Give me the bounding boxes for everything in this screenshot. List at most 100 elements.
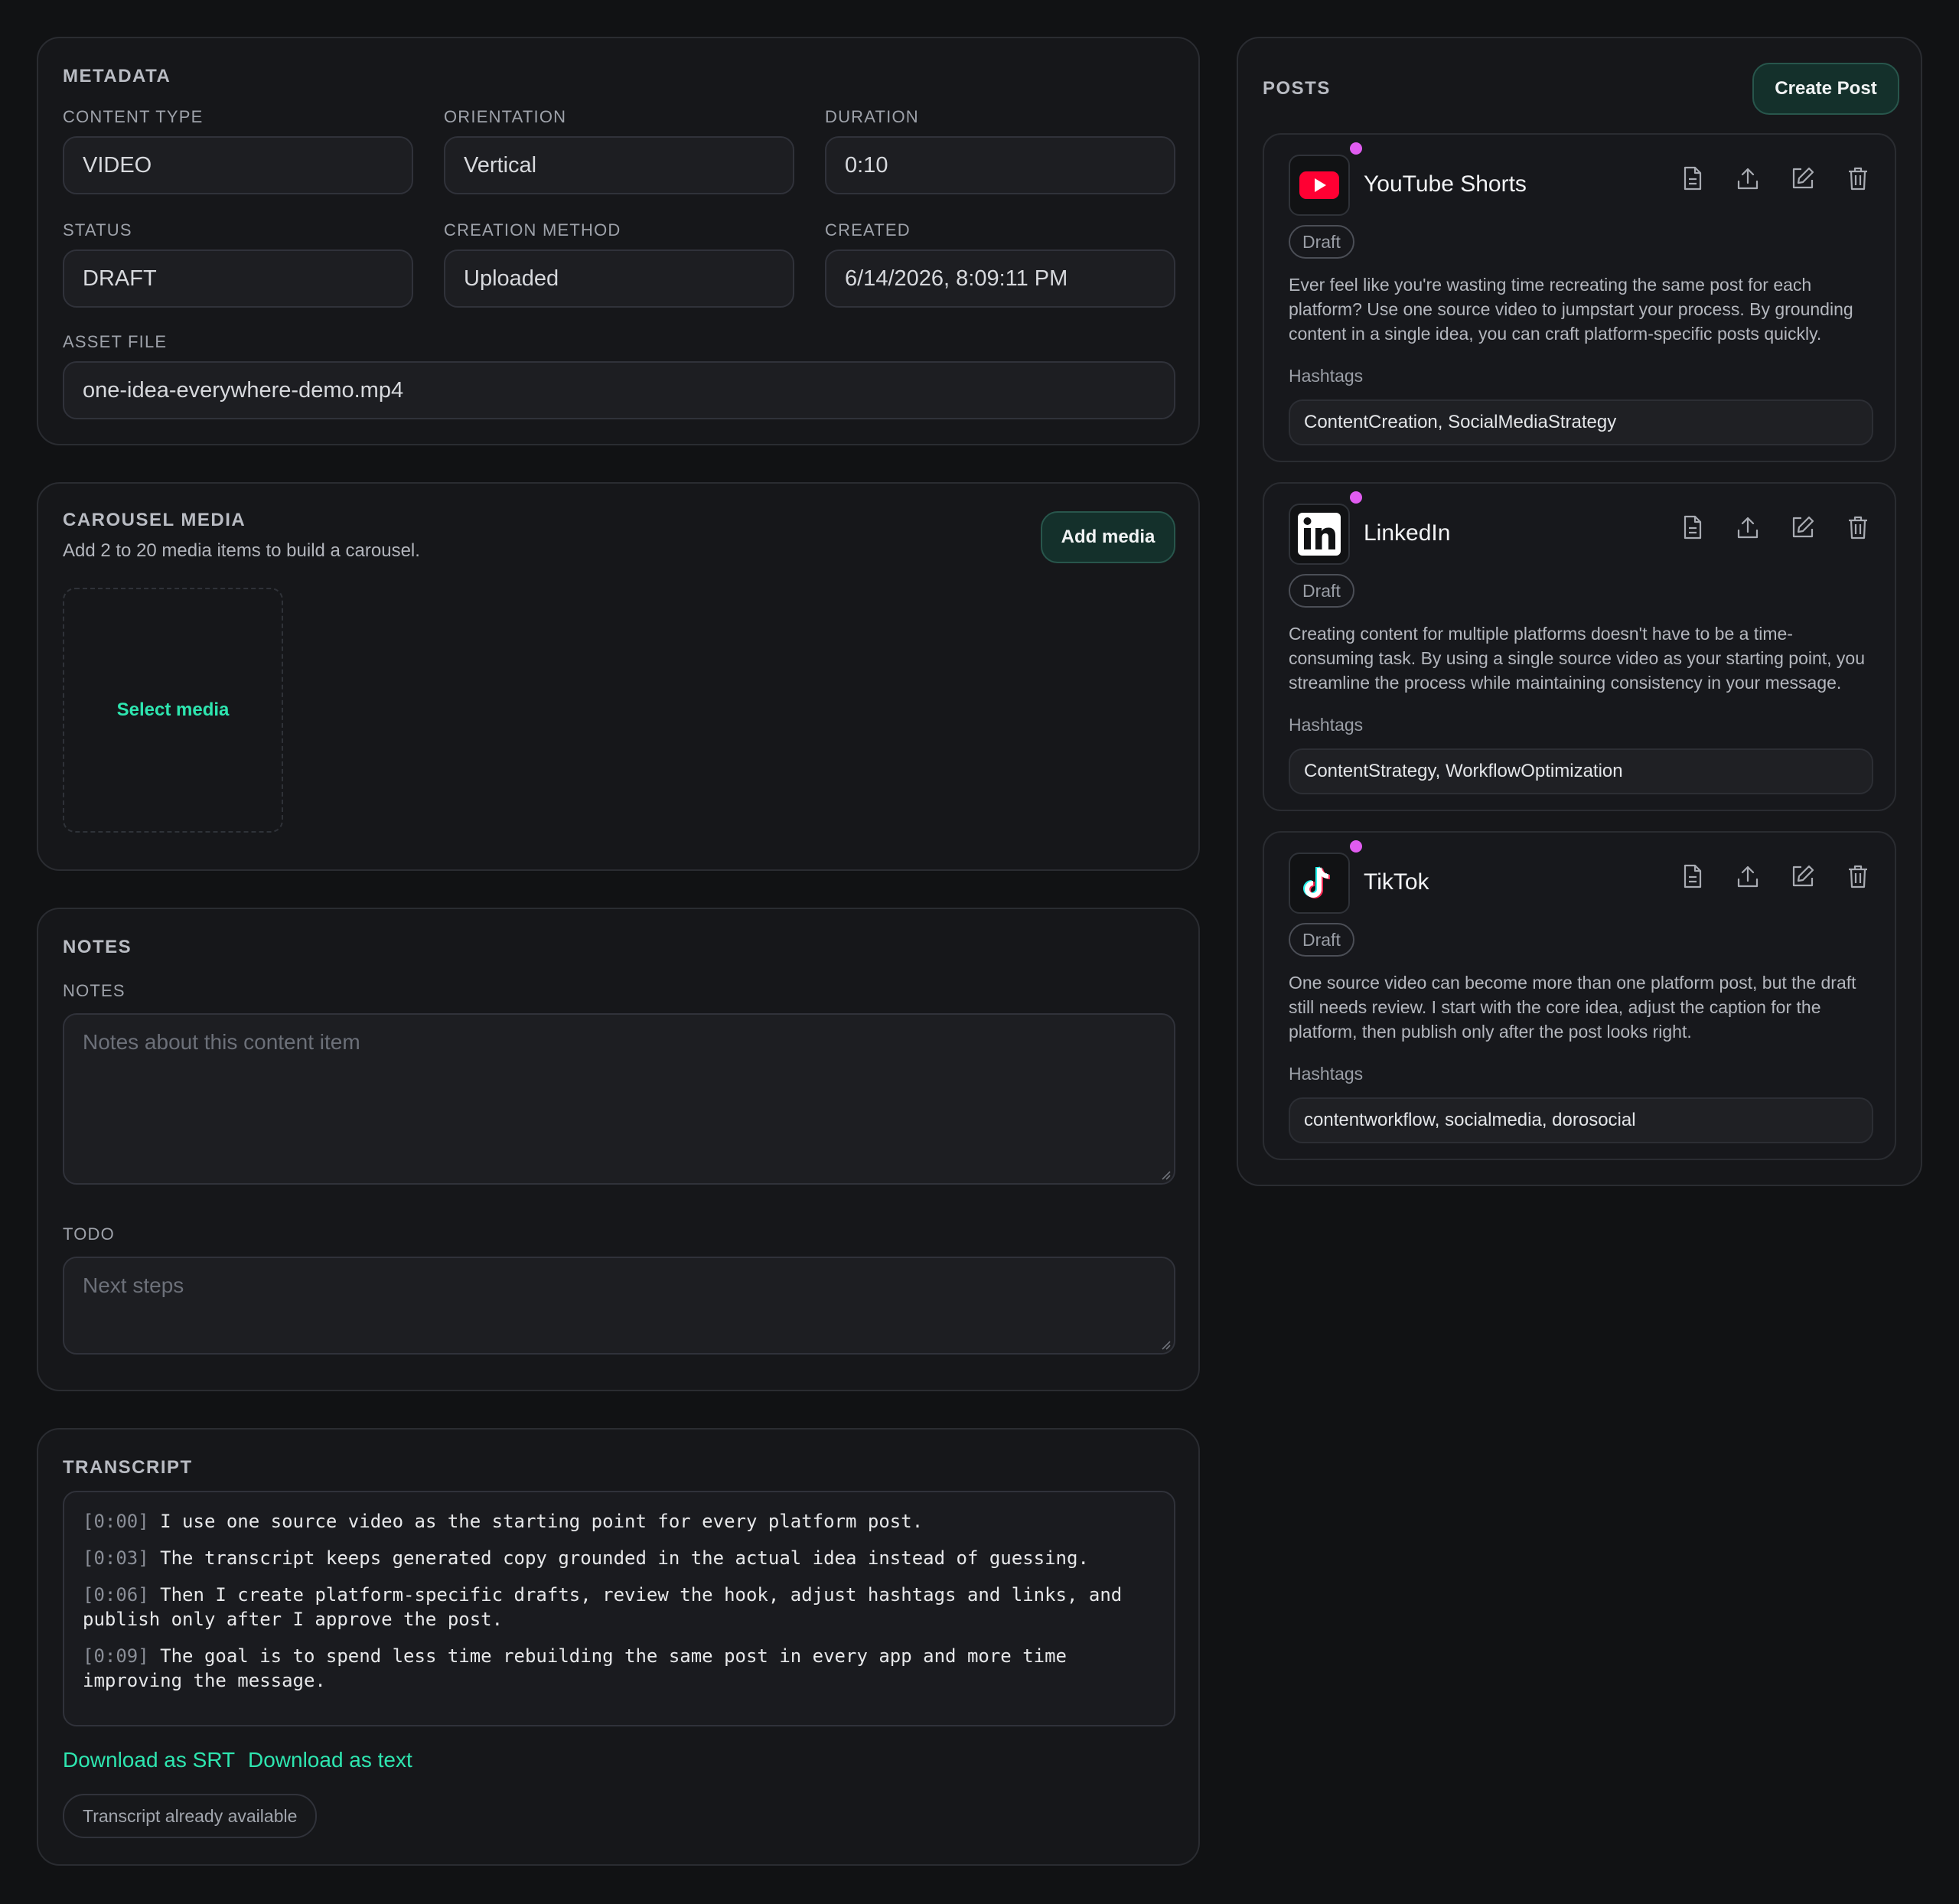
post-actions — [1680, 514, 1870, 540]
hashtags-label: Hashtags — [1289, 1064, 1364, 1084]
publish-button[interactable] — [1736, 514, 1760, 540]
metadata-title: METADATA — [63, 66, 171, 86]
view-document-button[interactable] — [1680, 514, 1705, 540]
notes-textarea[interactable]: Notes about this content item — [63, 1013, 1175, 1185]
download-text-link[interactable]: Download as text — [248, 1748, 412, 1772]
transcript-line: [0:09] The goal is to spend less time re… — [83, 1644, 1156, 1693]
post-card-youtube: YouTube Shorts Draft Ever feel like you'… — [1263, 133, 1896, 462]
delete-button[interactable] — [1846, 514, 1870, 540]
document-icon — [1684, 166, 1702, 191]
hashtags-field[interactable]: contentworkflow, socialmedia, dorosocial — [1289, 1097, 1873, 1143]
created-field[interactable]: 6/14/2026, 8:09:11 PM — [825, 249, 1175, 308]
edit-button[interactable] — [1791, 165, 1815, 191]
post-body: Ever feel like you're wasting time recre… — [1289, 275, 1853, 344]
transcript-status-pill: Transcript already available — [63, 1794, 318, 1838]
status-value: DRAFT — [83, 266, 157, 291]
select-media-dropzone[interactable]: Select media — [63, 588, 283, 833]
todo-textarea[interactable]: Next steps — [63, 1257, 1175, 1355]
posts-title: POSTS — [1263, 78, 1331, 99]
metadata-card: METADATA CONTENT TYPE VIDEO ORIENTATION … — [37, 37, 1200, 445]
edit-button[interactable] — [1791, 863, 1815, 889]
status-label: STATUS — [63, 220, 132, 240]
document-icon — [1684, 515, 1702, 540]
creation-method-label: CREATION METHOD — [444, 220, 621, 240]
edit-button[interactable] — [1791, 514, 1815, 540]
content-type-label: CONTENT TYPE — [63, 107, 204, 126]
status-badge: Draft — [1289, 225, 1354, 259]
post-card-tiktok: TikTok Draft One source video can become… — [1263, 831, 1896, 1160]
edit-icon — [1792, 865, 1814, 887]
transcript-text: Then I create platform-specific drafts, … — [83, 1584, 1123, 1630]
download-srt-link[interactable]: Download as SRT — [63, 1748, 235, 1772]
duration-field[interactable]: 0:10 — [825, 136, 1175, 194]
post-body: Creating content for multiple platforms … — [1289, 624, 1866, 693]
status-field[interactable]: DRAFT — [63, 249, 413, 308]
status-dot — [1350, 491, 1362, 504]
creation-method-field[interactable]: Uploaded — [444, 249, 794, 308]
tiktok-icon — [1303, 866, 1331, 898]
status-dot — [1350, 142, 1362, 155]
transcript-timestamp: [0:06] — [83, 1584, 149, 1606]
content-item-page: METADATA CONTENT TYPE VIDEO ORIENTATION … — [0, 0, 1959, 1904]
status-badge: Draft — [1289, 923, 1354, 957]
platform-name: YouTube Shorts — [1364, 171, 1527, 197]
todo-placeholder: Next steps — [83, 1273, 184, 1297]
orientation-label: ORIENTATION — [444, 107, 567, 126]
orientation-value: Vertical — [464, 152, 537, 178]
notes-label: NOTES — [63, 981, 125, 1000]
add-media-button[interactable]: Add media — [1041, 511, 1175, 563]
transcript-timestamp: [0:09] — [83, 1645, 149, 1667]
asset-file-label: ASSET FILE — [63, 332, 168, 351]
duration-value: 0:10 — [845, 152, 888, 178]
transcript-box: [0:00] I use one source video as the sta… — [63, 1491, 1175, 1726]
carousel-card: CAROUSEL MEDIA Add 2 to 20 media items t… — [37, 482, 1200, 871]
delete-button[interactable] — [1846, 863, 1870, 889]
document-icon — [1684, 864, 1702, 888]
platform-name: LinkedIn — [1364, 520, 1451, 546]
select-media-label: Select media — [116, 699, 230, 720]
trash-icon — [1849, 865, 1867, 888]
hashtags-label: Hashtags — [1289, 715, 1364, 735]
hashtags-value: ContentCreation, SocialMediaStrategy — [1304, 412, 1617, 432]
transcript-line: [0:06] Then I create platform-specific d… — [83, 1583, 1156, 1632]
post-actions — [1680, 863, 1870, 889]
status-badge: Draft — [1289, 574, 1354, 608]
transcript-card: TRANSCRIPT [0:00] I use one source video… — [37, 1428, 1200, 1866]
transcript-timestamp: [0:00] — [83, 1511, 149, 1532]
upload-icon — [1737, 866, 1759, 888]
hashtags-label: Hashtags — [1289, 366, 1364, 386]
upload-icon — [1737, 168, 1759, 190]
notes-title: NOTES — [63, 937, 132, 957]
asset-file-field[interactable]: one-idea-everywhere-demo.mp4 — [63, 361, 1175, 419]
resize-handle-icon[interactable] — [1159, 1168, 1171, 1180]
creation-method-value: Uploaded — [464, 266, 559, 291]
create-post-button[interactable]: Create Post — [1752, 63, 1899, 115]
edit-icon — [1792, 516, 1814, 538]
upload-icon — [1737, 517, 1759, 539]
hashtags-field[interactable]: ContentCreation, SocialMediaStrategy — [1289, 399, 1873, 445]
transcript-text: I use one source video as the starting p… — [160, 1511, 924, 1532]
platform-name: TikTok — [1364, 869, 1429, 895]
post-card-linkedin: LinkedIn Draft Creating content for mult… — [1263, 482, 1896, 811]
delete-button[interactable] — [1846, 165, 1870, 191]
hashtags-field[interactable]: ContentStrategy, WorkflowOptimization — [1289, 748, 1873, 794]
trash-icon — [1849, 516, 1867, 540]
notes-placeholder: Notes about this content item — [83, 1030, 360, 1054]
asset-file-value: one-idea-everywhere-demo.mp4 — [83, 377, 404, 403]
content-type-value: VIDEO — [83, 152, 152, 178]
created-value: 6/14/2026, 8:09:11 PM — [845, 266, 1068, 291]
post-body: One source video can become more than on… — [1289, 973, 1856, 1042]
transcript-line: [0:03] The transcript keeps generated co… — [83, 1546, 1156, 1570]
notes-card: NOTES NOTES Notes about this content ite… — [37, 908, 1200, 1391]
resize-handle-icon[interactable] — [1159, 1338, 1171, 1350]
youtube-logo — [1289, 155, 1350, 216]
orientation-field[interactable]: Vertical — [444, 136, 794, 194]
publish-button[interactable] — [1736, 165, 1760, 191]
edit-icon — [1792, 167, 1814, 189]
view-document-button[interactable] — [1680, 863, 1705, 889]
content-type-field[interactable]: VIDEO — [63, 136, 413, 194]
view-document-button[interactable] — [1680, 165, 1705, 191]
duration-label: DURATION — [825, 107, 919, 126]
tiktok-logo — [1289, 853, 1350, 914]
publish-button[interactable] — [1736, 863, 1760, 889]
